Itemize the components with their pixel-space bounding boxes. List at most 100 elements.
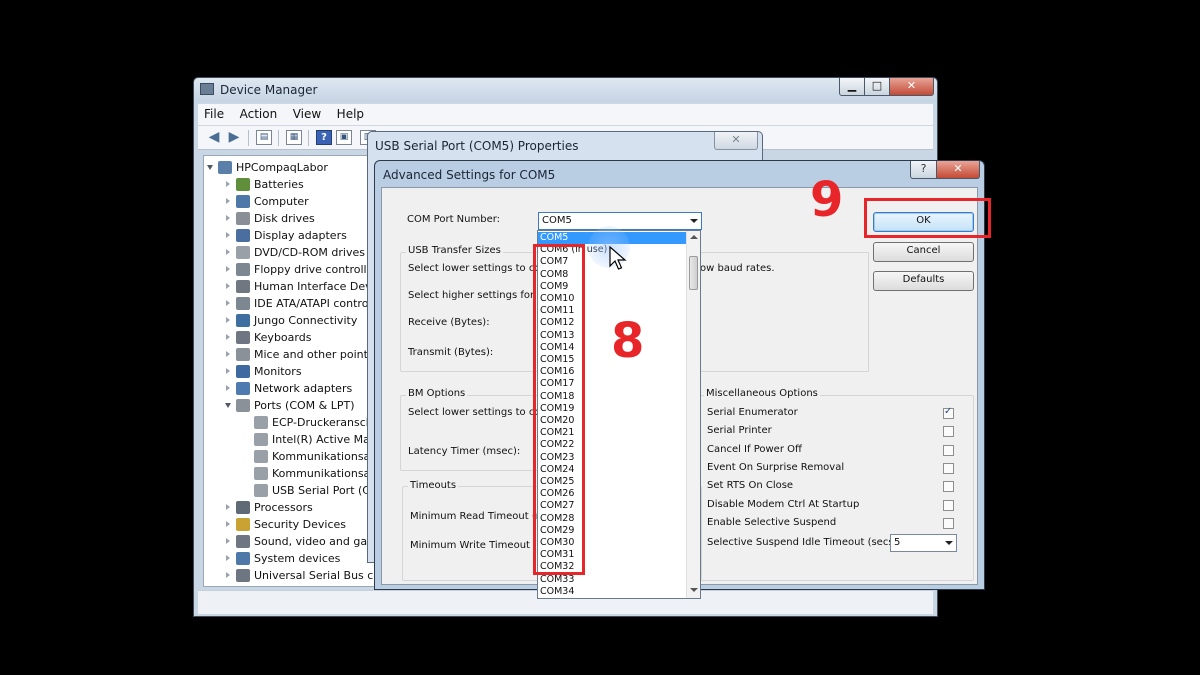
computer-icon	[236, 195, 250, 208]
cancel-button[interactable]: Cancel	[873, 242, 974, 262]
menu-view[interactable]: View	[287, 104, 327, 124]
properties-close-button[interactable]: ✕	[714, 132, 758, 150]
expand-arrow-icon[interactable]	[226, 334, 230, 340]
network-adapter-icon	[236, 382, 250, 395]
com-port-option[interactable]: COM34	[538, 586, 686, 598]
security-device-icon	[236, 518, 250, 531]
processor-icon	[236, 501, 250, 514]
expand-arrow-icon[interactable]	[226, 181, 230, 187]
tree-item-label: Monitors	[254, 365, 302, 378]
collapse-arrow-icon[interactable]	[207, 165, 213, 170]
step-8-label: 8	[611, 313, 645, 369]
toolbar-separator	[278, 130, 279, 146]
selective-suspend-timeout-select[interactable]: 5	[890, 534, 957, 552]
back-arrow-icon[interactable]: ◀	[206, 130, 222, 145]
close-button[interactable]: ✕	[889, 78, 934, 96]
tree-item-label: Computer	[254, 195, 309, 208]
device-manager-titlebar[interactable]: Device Manager ▁ □ ✕	[194, 78, 937, 102]
expand-arrow-icon[interactable]	[226, 300, 230, 306]
misc-option-label: Serial Printer	[707, 425, 772, 437]
expand-arrow-icon[interactable]	[226, 385, 230, 391]
expand-arrow-icon[interactable]	[226, 215, 230, 221]
expand-arrow-icon[interactable]	[226, 572, 230, 578]
mouse-icon	[236, 348, 250, 361]
com-port-value: COM5	[542, 215, 572, 226]
selective-suspend-timeout-value: 5	[894, 537, 901, 548]
help-icon[interactable]: ?	[316, 130, 332, 145]
misc-option-checkbox[interactable]	[943, 517, 954, 529]
menu-help[interactable]: Help	[331, 104, 370, 124]
menu-action[interactable]: Action	[234, 104, 284, 124]
selective-suspend-timeout-label: Selective Suspend Idle Timeout (secs):	[707, 537, 901, 548]
dropdown-scrollbar[interactable]	[686, 231, 700, 598]
maximize-button[interactable]: □	[864, 78, 890, 96]
expand-arrow-icon[interactable]	[226, 555, 230, 561]
tree-item-label: ECP-Druckeranschluss	[272, 416, 377, 429]
port-icon	[254, 450, 268, 463]
misc-option-checkbox[interactable]	[943, 406, 954, 419]
bm-lower-settings-text: Select lower settings to correct respons…	[408, 407, 548, 418]
advanced-close-button[interactable]: ✕	[936, 161, 980, 179]
expand-arrow-icon[interactable]	[226, 283, 230, 289]
close-icon: ✕	[731, 133, 741, 146]
close-icon: ✕	[906, 79, 917, 92]
forward-arrow-icon[interactable]: ▶	[226, 130, 242, 145]
help-icon: ?	[920, 162, 927, 175]
show-hide-tree-icon[interactable]: ▦	[286, 130, 302, 145]
tree-item-label: Keyboards	[254, 331, 312, 344]
hid-icon	[236, 280, 250, 293]
scroll-down-icon[interactable]	[690, 588, 698, 592]
scrollbar-thumb[interactable]	[689, 256, 698, 290]
com-port-option[interactable]: COM33	[538, 574, 686, 586]
tree-item-label: IDE ATA/ATAPI controllers	[254, 297, 378, 310]
misc-option-checkbox[interactable]	[943, 462, 954, 474]
minimize-button[interactable]: ▁	[839, 78, 865, 96]
jungo-icon	[236, 314, 250, 327]
expand-arrow-icon[interactable]	[226, 249, 230, 255]
port-icon	[254, 484, 268, 497]
misc-option-checkbox[interactable]	[943, 426, 954, 438]
chevron-down-icon	[690, 219, 698, 223]
misc-option-checkbox[interactable]	[943, 481, 954, 493]
timeouts-title: Timeouts	[408, 480, 459, 491]
collapse-arrow-icon[interactable]	[225, 403, 231, 408]
tree-item-label: Jungo Connectivity	[254, 314, 358, 327]
misc-option-checkbox[interactable]	[943, 444, 954, 456]
device-manager-title: Device Manager	[220, 83, 318, 97]
expand-arrow-icon[interactable]	[226, 317, 230, 323]
expand-arrow-icon[interactable]	[226, 538, 230, 544]
tree-item-label: Processors	[254, 501, 313, 514]
com-port-select[interactable]: COM5	[538, 212, 702, 230]
device-tree[interactable]: HPCompaqLabor Batteries Computer Disk drive…	[203, 155, 378, 587]
tree-item-label: Universal Serial Bus controllers	[254, 569, 377, 582]
expand-arrow-icon[interactable]	[226, 504, 230, 510]
close-icon: ✕	[953, 162, 963, 175]
misc-option-label: Disable Modem Ctrl At Startup	[707, 498, 860, 510]
scroll-up-icon[interactable]	[690, 235, 698, 239]
misc-option-label: Serial Enumerator	[707, 407, 798, 418]
expand-arrow-icon[interactable]	[226, 266, 230, 272]
tree-item-label: Floppy drive controllers	[254, 263, 378, 276]
misc-option-label: Enable Selective Suspend	[707, 516, 837, 528]
tree-item-label: Batteries	[254, 178, 304, 191]
tree-item-label: Network adapters	[254, 382, 353, 395]
bm-options-title: BM Options	[406, 388, 468, 399]
usb-transfer-title: USB Transfer Sizes	[406, 245, 503, 256]
system-device-icon	[236, 552, 250, 565]
tree-item-label: Human Interface Devices	[254, 280, 377, 293]
defaults-button[interactable]: Defaults	[873, 271, 974, 291]
expand-arrow-icon[interactable]	[226, 232, 230, 238]
expand-arrow-icon[interactable]	[226, 351, 230, 357]
action-icon[interactable]: ▣	[336, 130, 352, 145]
misc-option-checkbox[interactable]	[943, 499, 954, 511]
expand-arrow-icon[interactable]	[226, 368, 230, 374]
device-manager-icon	[200, 83, 214, 95]
expand-arrow-icon[interactable]	[226, 198, 230, 204]
receive-bytes-label: Receive (Bytes):	[408, 317, 490, 328]
expand-arrow-icon[interactable]	[226, 521, 230, 527]
properties-icon[interactable]: ▤	[256, 130, 272, 145]
menu-file[interactable]: File	[198, 104, 230, 124]
toolbar-separator	[248, 130, 249, 146]
help-button[interactable]: ?	[910, 161, 937, 179]
dvd-drive-icon	[236, 246, 250, 259]
